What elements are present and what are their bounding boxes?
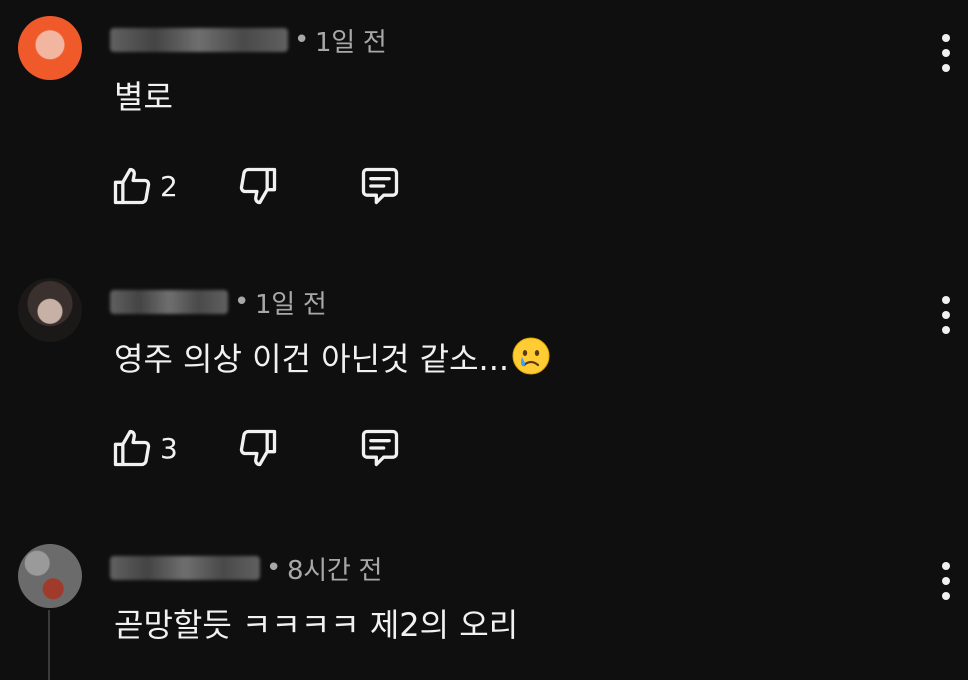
dislike-button[interactable] bbox=[236, 164, 280, 208]
reply-button[interactable] bbox=[358, 164, 402, 208]
comment-meta: • 1일 전 bbox=[110, 22, 387, 58]
avatar[interactable] bbox=[18, 16, 82, 80]
author-name-blurred[interactable] bbox=[110, 556, 260, 580]
avatar[interactable] bbox=[18, 278, 82, 342]
dislike-button[interactable] bbox=[236, 426, 280, 470]
more-options-button[interactable] bbox=[940, 562, 952, 600]
comment-time[interactable]: 8시간 전 bbox=[287, 550, 382, 587]
more-vertical-icon bbox=[942, 296, 950, 304]
more-vertical-icon bbox=[942, 34, 950, 42]
like-count: 2 bbox=[160, 169, 178, 203]
comment-text-row: 영주 의상 이건 아닌것 같소... bbox=[114, 334, 551, 384]
comment-text: 곧망할듯 ㅋㅋㅋㅋ 제2의 오리 bbox=[114, 606, 519, 644]
crying-face-icon bbox=[511, 336, 551, 384]
more-options-button[interactable] bbox=[940, 34, 952, 72]
comment-meta: • 8시간 전 bbox=[110, 550, 382, 586]
reply-comment-icon bbox=[361, 429, 399, 467]
author-name-blurred[interactable] bbox=[110, 28, 288, 52]
reply-thread-line bbox=[48, 610, 50, 680]
avatar[interactable] bbox=[18, 544, 82, 608]
thumbs-up-icon bbox=[113, 167, 151, 205]
like-count: 3 bbox=[160, 431, 178, 465]
comment-time[interactable]: 1일 전 bbox=[315, 22, 387, 59]
reply-comment-icon bbox=[361, 167, 399, 205]
comment-text: 영주 의상 이건 아닌것 같소... bbox=[114, 340, 510, 378]
comment-actions: 2 bbox=[110, 164, 402, 208]
comment-actions: 3 bbox=[110, 426, 402, 470]
thumbs-down-icon bbox=[239, 167, 277, 205]
like-button[interactable] bbox=[110, 426, 154, 470]
comment-meta: • 1일 전 bbox=[110, 284, 327, 320]
more-vertical-icon bbox=[942, 562, 950, 570]
time-separator: • bbox=[266, 553, 282, 583]
time-separator: • bbox=[294, 25, 310, 55]
reply-button[interactable] bbox=[358, 426, 402, 470]
author-name-blurred[interactable] bbox=[110, 290, 228, 314]
thumbs-up-icon bbox=[113, 429, 151, 467]
comment-text: 별로 bbox=[114, 78, 173, 116]
like-button[interactable] bbox=[110, 164, 154, 208]
comment-time[interactable]: 1일 전 bbox=[255, 284, 327, 321]
time-separator: • bbox=[234, 287, 250, 317]
more-options-button[interactable] bbox=[940, 296, 952, 334]
thumbs-down-icon bbox=[239, 429, 277, 467]
